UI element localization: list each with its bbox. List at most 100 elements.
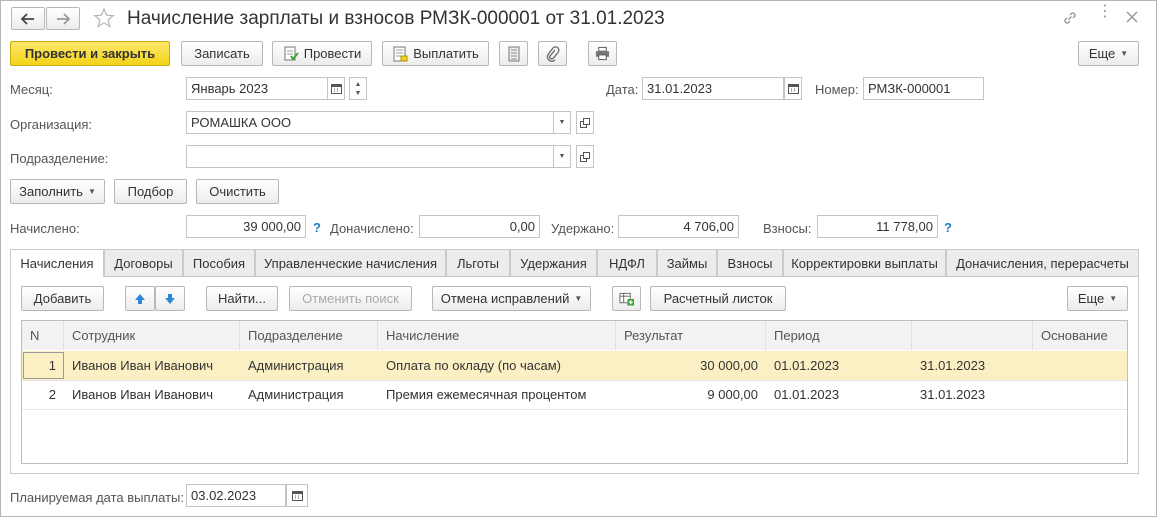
tab-income-tax[interactable]: НДФЛ [597,249,657,276]
open-form-icon [580,117,590,128]
report-button[interactable] [499,41,528,66]
date-calendar-button[interactable] [784,77,802,100]
tab-extra-accruals[interactable]: Доначисления, перерасчеты [946,249,1139,276]
date-field[interactable]: 31.01.2023 [642,77,784,100]
cancel-search-button[interactable]: Отменить поиск [289,286,412,311]
save-button[interactable]: Записать [181,41,263,66]
move-up-button[interactable] [125,286,155,311]
extra-accrued-field: 0,00 [419,215,540,238]
pay-button[interactable]: Выплатить [382,41,489,66]
column-header-employee[interactable]: Сотрудник [64,321,240,350]
accrued-help-icon[interactable]: ? [313,220,321,235]
result-cell[interactable]: 9 000,00 [616,380,766,409]
month-calendar-button[interactable] [327,77,345,100]
period-end-cell[interactable]: 31.01.2023 [912,351,1033,380]
cancel-corrections-button[interactable]: Отмена исправлений ▼ [432,286,591,311]
link-icon[interactable] [1062,10,1080,28]
department-cell[interactable]: Администрация [240,380,378,409]
row-number: 1 [48,358,56,373]
department-field[interactable] [186,145,554,168]
payment-doc-icon [393,46,408,61]
tab-contributions[interactable]: Взносы [717,249,783,276]
organization-dropdown-button[interactable]: ▼ [553,111,571,134]
tab-management-accruals[interactable]: Управленческие начисления [255,249,446,276]
add-row-button[interactable]: Добавить [21,286,104,311]
favorite-star-icon[interactable] [93,7,117,31]
back-button[interactable] [11,7,45,30]
calendar-icon [330,84,342,94]
post-doc-icon [284,46,299,61]
accrual-cell[interactable]: Оплата по окладу (по часам) [378,351,616,380]
spin-up-icon[interactable]: ▲ [355,80,362,89]
column-header-accrual[interactable]: Начисление [378,321,616,350]
number-field[interactable]: РМЗК-000001 [863,77,984,100]
basis-cell[interactable] [1033,380,1127,409]
planned-pay-date-field[interactable]: 03.02.2023 [186,484,286,507]
paperclip-icon [546,45,559,62]
contributions-help-icon[interactable]: ? [944,220,952,235]
organization-field[interactable]: РОМАШКА ООО [186,111,554,134]
open-form-icon [580,151,590,162]
month-field[interactable]: Январь 2023 [186,77,328,100]
window-menu-icon[interactable]: ⋮ [1097,4,1113,29]
column-header-n[interactable]: N [22,321,64,350]
basis-cell[interactable] [1033,351,1127,380]
column-header-department[interactable]: Подразделение [240,321,378,350]
table-more-label: Еще [1077,291,1105,306]
clear-button[interactable]: Очистить [196,179,279,204]
fill-button[interactable]: Заполнить ▼ [10,179,105,204]
organization-label: Организация: [10,117,93,132]
organization-open-button[interactable] [576,111,594,134]
calendar-icon [291,491,303,501]
column-header-result[interactable]: Результат [616,321,766,350]
column-header-period[interactable]: Период [766,321,912,350]
tab-tax-benefits[interactable]: Льготы [446,249,510,276]
pay-date-calendar-button[interactable] [286,484,308,507]
forward-button[interactable] [46,7,80,30]
column-header-basis[interactable]: Основание [1033,321,1127,350]
tab-contracts[interactable]: Договоры [104,249,183,276]
pick-button[interactable]: Подбор [114,179,187,204]
department-cell[interactable]: Администрация [240,351,378,380]
row-divider [22,409,1127,410]
chevron-down-icon: ▼ [87,187,96,196]
employee-cell[interactable]: Иванов Иван Иванович [64,380,240,409]
more-actions-button[interactable]: Еще ▼ [1078,41,1139,66]
department-open-button[interactable] [576,145,594,168]
date-label: Дата: [606,82,639,97]
post-button[interactable]: Провести [272,41,372,66]
row-number: 2 [48,387,56,402]
tab-deductions[interactable]: Удержания [510,249,597,276]
contributions-label: Взносы: [763,221,812,236]
calendar-icon [787,84,799,94]
column-header-period-end[interactable] [912,321,1033,350]
period-end-cell[interactable]: 31.01.2023 [912,380,1033,409]
arrow-right-icon [57,12,70,25]
chevron-down-icon: ▼ [1109,294,1118,303]
table-more-button[interactable]: Еще ▼ [1067,286,1128,311]
period-start-cell[interactable]: 01.01.2023 [766,380,912,409]
period-start-cell[interactable]: 01.01.2023 [766,351,912,380]
post-and-close-button[interactable]: Провести и закрыть [10,41,170,66]
month-spin-button[interactable]: ▲ ▼ [349,77,367,100]
tab-benefits[interactable]: Пособия [183,249,255,276]
tab-payment-adjustments[interactable]: Корректировки выплаты [783,249,946,276]
tab-loans[interactable]: Займы [657,249,717,276]
chevron-down-icon: ▼ [574,294,583,303]
add-from-register-button[interactable] [612,286,641,311]
attach-button[interactable] [538,41,567,66]
pay-button-label: Выплатить [413,46,479,61]
result-cell[interactable]: 30 000,00 [616,351,766,380]
find-button[interactable]: Найти... [206,286,278,311]
payslip-button[interactable]: Расчетный листок [650,286,786,311]
spin-down-icon[interactable]: ▼ [355,89,362,98]
department-dropdown-button[interactable]: ▼ [553,145,571,168]
move-down-button[interactable] [155,286,185,311]
employee-cell[interactable]: Иванов Иван Иванович [64,351,240,380]
print-button[interactable] [588,41,617,66]
accrual-cell[interactable]: Премия ежемесячная процентом [378,380,616,409]
contributions-field: 11 778,00 [817,215,938,238]
tab-accruals[interactable]: Начисления [10,249,104,277]
close-icon[interactable] [1125,10,1141,26]
arrow-up-icon [135,293,145,304]
